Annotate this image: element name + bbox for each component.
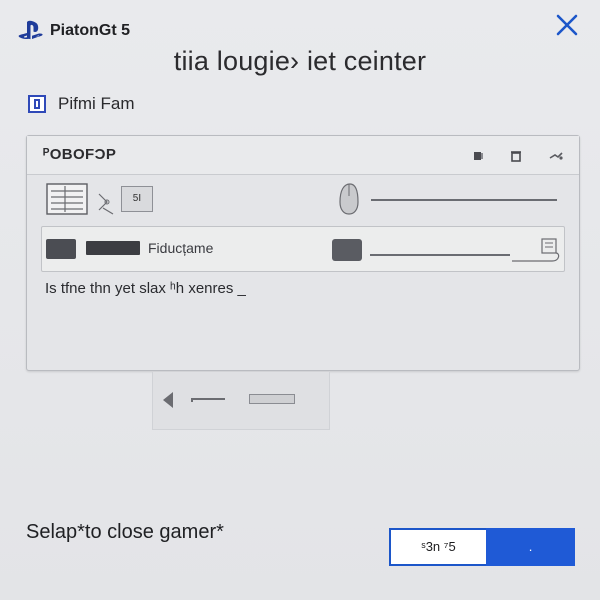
product-slider-track[interactable] bbox=[370, 254, 510, 256]
secondary-button[interactable]: ˢ3n ⁷5 bbox=[389, 528, 486, 566]
trash-icon[interactable] bbox=[509, 149, 523, 163]
connector-arrow-icon bbox=[98, 193, 114, 215]
chip-icon bbox=[46, 239, 76, 259]
device-button[interactable]: 5Ⅰ bbox=[121, 186, 153, 212]
device-row: 5Ⅰ bbox=[41, 178, 571, 222]
dialog: PiatonGt 5 tiia lougie› iet ceinter Pifm… bbox=[0, 0, 600, 600]
primary-button[interactable]: . bbox=[486, 528, 575, 566]
document-icon bbox=[28, 95, 46, 113]
slider-track[interactable] bbox=[371, 199, 557, 201]
link-icon[interactable] bbox=[549, 149, 563, 163]
brand: PiatonGt 5 bbox=[18, 20, 130, 42]
panel-header: ᴾOBOFƆP bbox=[27, 136, 579, 175]
close-icon[interactable] bbox=[554, 12, 580, 38]
prev-arrow-icon[interactable] bbox=[161, 391, 175, 409]
brand-title: PiatonGt 5 bbox=[50, 22, 131, 39]
playstation-logo-icon bbox=[18, 20, 43, 40]
mouse-icon bbox=[339, 183, 359, 215]
footer-hint: Selap*to close gamer* bbox=[26, 521, 224, 543]
pager bbox=[152, 372, 330, 430]
section-label: Pifmi Fam bbox=[28, 94, 135, 114]
section-label-text: Pifmi Fam bbox=[58, 94, 135, 113]
content-panel: ᴾOBOFƆP 5Ⅰ Fiducțame Is tfne thn yet sla… bbox=[26, 135, 580, 371]
product-bar bbox=[86, 241, 140, 255]
status-text: Is tfne thn yet slax ʰh xenres _ bbox=[45, 280, 246, 297]
page-indicator[interactable] bbox=[249, 394, 295, 404]
product-label: Fiducțame bbox=[148, 240, 214, 256]
square-icon[interactable] bbox=[471, 149, 485, 163]
product-row[interactable]: Fiducțame bbox=[41, 226, 565, 272]
folder-list-icon bbox=[46, 183, 88, 215]
page-indicator-active[interactable] bbox=[191, 398, 225, 402]
panel-title: ᴾOBOFƆP bbox=[43, 146, 117, 163]
toggle-icon[interactable] bbox=[332, 239, 362, 261]
page-title: tiia lougie› iet ceinter bbox=[173, 46, 427, 76]
cable-icon bbox=[512, 238, 560, 262]
